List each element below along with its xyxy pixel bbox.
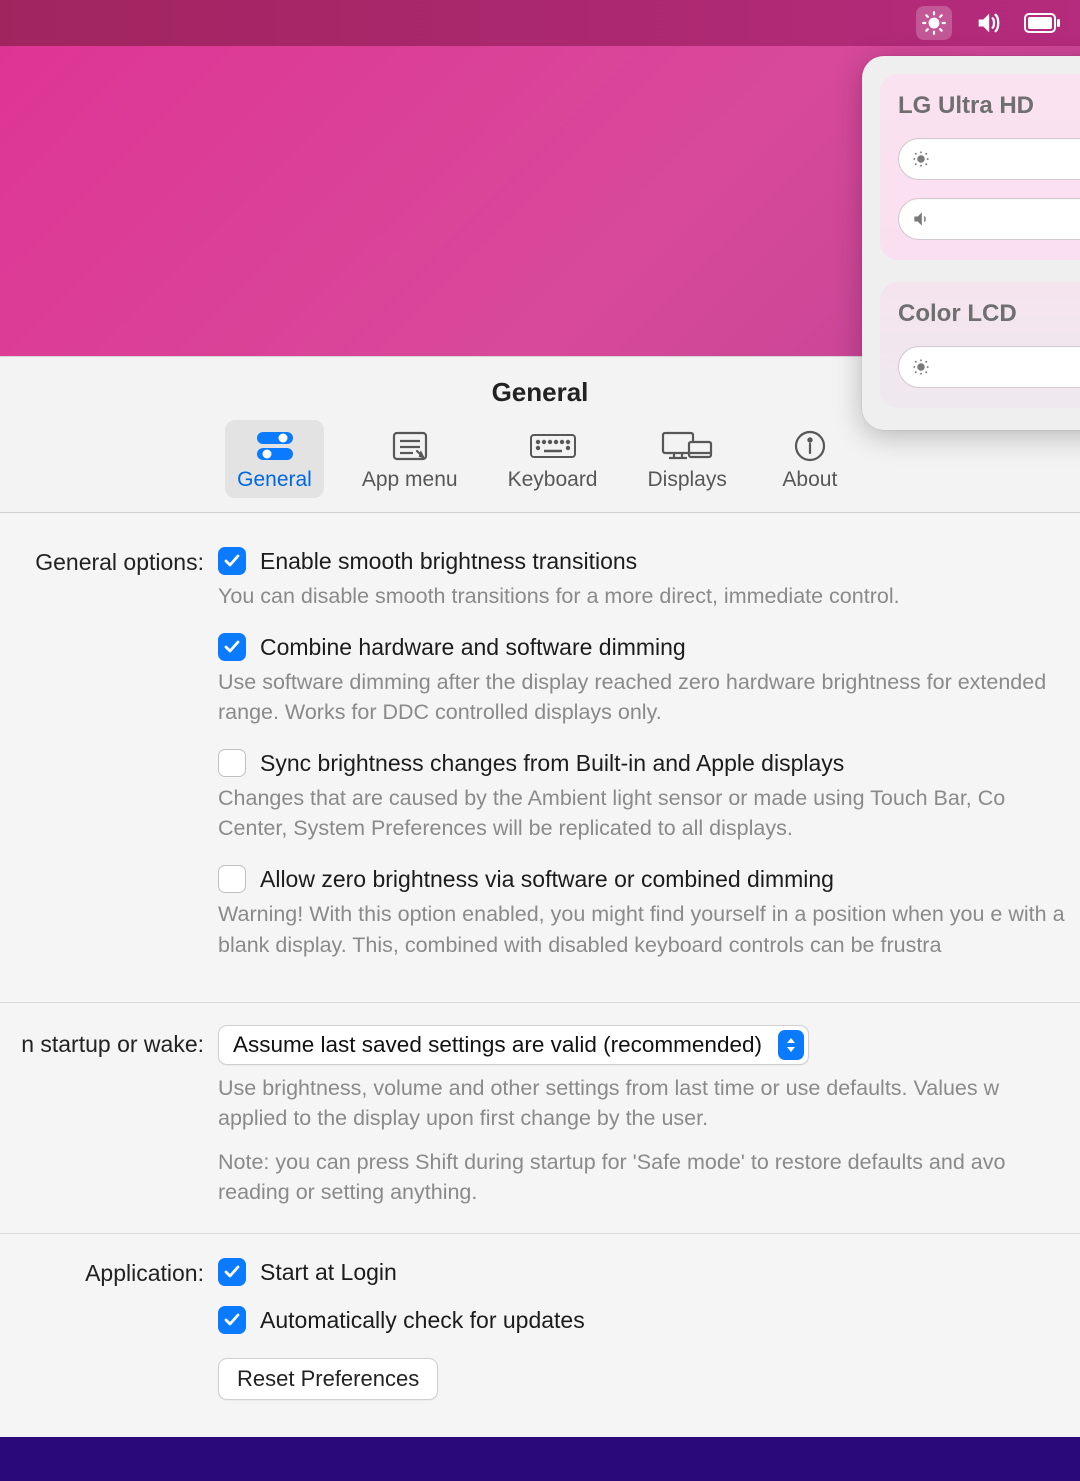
prefs-toolbar: General App menu: [0, 420, 1080, 513]
option-help: Use software dimming after the display r…: [218, 667, 1080, 727]
volume-small-icon: [911, 209, 931, 229]
option-title: Enable smooth brightness transitions: [260, 548, 637, 575]
device-card-lg: LG Ultra HD: [880, 74, 1080, 260]
toggles-icon: [253, 428, 297, 464]
tab-keyboard[interactable]: Keyboard: [496, 420, 610, 498]
tab-label: Keyboard: [508, 468, 598, 492]
menubar: [0, 0, 1080, 46]
brightness-small-icon: [911, 149, 931, 169]
section-label: General options:: [0, 547, 218, 968]
startup-behavior-select[interactable]: Assume last saved settings are valid (re…: [218, 1025, 809, 1065]
brightness-small-icon: [911, 357, 931, 377]
option-title: Automatically check for updates: [260, 1307, 585, 1334]
tab-about[interactable]: About: [765, 420, 855, 498]
device-name: LG Ultra HD: [898, 92, 1080, 120]
reset-preferences-button[interactable]: Reset Preferences: [218, 1358, 438, 1400]
tab-displays[interactable]: Displays: [636, 420, 739, 498]
info-icon: [793, 428, 827, 464]
option-title: Start at Login: [260, 1259, 397, 1286]
battery-menu-icon[interactable]: [1024, 6, 1060, 40]
bottom-strip: [0, 1437, 1080, 1481]
preferences-window: General General: [0, 356, 1080, 1434]
section-label: n startup or wake:: [0, 1025, 218, 1207]
keyboard-icon: [528, 428, 578, 464]
checkbox-combine-dimming[interactable]: [218, 633, 246, 661]
brightness-slider[interactable]: [898, 346, 1080, 388]
option-title: Allow zero brightness via software or co…: [260, 866, 834, 893]
option-help: Warning! With this option enabled, you m…: [218, 899, 1080, 959]
tab-label: General: [237, 468, 312, 492]
option-title: Combine hardware and software dimming: [260, 634, 686, 661]
checkbox-auto-updates[interactable]: [218, 1306, 246, 1334]
device-card-color-lcd: Color LCD: [880, 282, 1080, 408]
select-value: Assume last saved settings are valid (re…: [233, 1032, 762, 1058]
brightness-slider[interactable]: [898, 138, 1080, 180]
checkbox-start-at-login[interactable]: [218, 1258, 246, 1286]
checkbox-sync-brightness[interactable]: [218, 749, 246, 777]
checkbox-zero-brightness[interactable]: [218, 865, 246, 893]
checkbox-smooth-transitions[interactable]: [218, 547, 246, 575]
displays-icon: [659, 428, 715, 464]
option-help: Changes that are caused by the Ambient l…: [218, 783, 1080, 843]
section-application: Application: Start at Login Automaticall…: [0, 1234, 1080, 1434]
section-general-options: General options: Enable smooth brightnes…: [0, 513, 1080, 1003]
tab-app-menu[interactable]: App menu: [350, 420, 470, 498]
startup-help-1: Use brightness, volume and other setting…: [218, 1073, 1080, 1133]
section-startup: n startup or wake: Assume last saved set…: [0, 1003, 1080, 1234]
tab-label: Displays: [648, 468, 727, 492]
startup-help-2: Note: you can press Shift during startup…: [218, 1147, 1080, 1207]
menu-icon: [389, 428, 431, 464]
tab-label: App menu: [362, 468, 458, 492]
select-stepper-icon: [778, 1030, 804, 1060]
brightness-panel: LG Ultra HD Color LCD: [862, 56, 1080, 430]
tab-general[interactable]: General: [225, 420, 324, 498]
device-name: Color LCD: [898, 300, 1080, 328]
volume-menu-icon[interactable]: [970, 6, 1006, 40]
brightness-menu-icon[interactable]: [916, 6, 952, 40]
tab-label: About: [782, 468, 837, 492]
option-title: Sync brightness changes from Built-in an…: [260, 750, 844, 777]
section-label: Application:: [0, 1258, 218, 1400]
volume-slider[interactable]: [898, 198, 1080, 240]
option-help: You can disable smooth transitions for a…: [218, 581, 1080, 611]
